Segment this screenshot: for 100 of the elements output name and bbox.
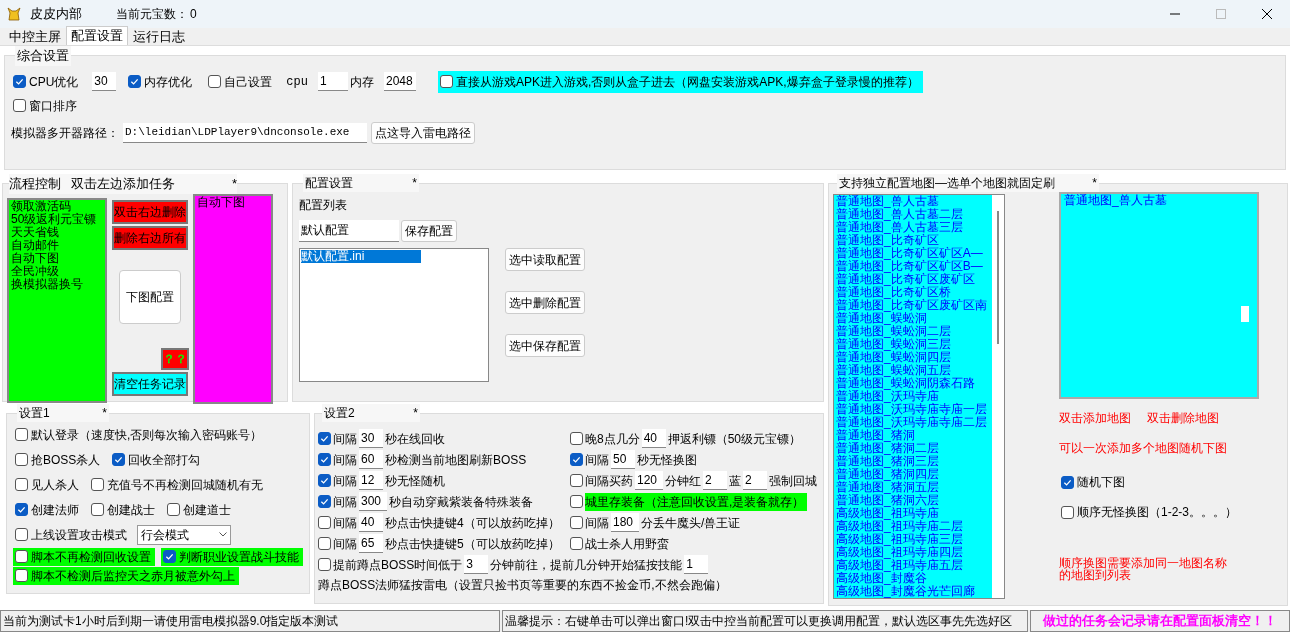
- list-item[interactable]: 普通地图_兽人古墓三层: [836, 221, 990, 234]
- list-item[interactable]: 普通地图_沃玛寺庙寺庙一层: [836, 403, 990, 416]
- checkbox[interactable]: [570, 537, 583, 550]
- checkbox[interactable]: [318, 558, 331, 571]
- save-config-button[interactable]: 保存配置: [401, 220, 457, 242]
- number-field[interactable]: 1: [317, 72, 348, 91]
- list-item[interactable]: 普通地图_猪洞五层: [836, 481, 990, 494]
- list-item[interactable]: 默认配置.ini: [301, 250, 421, 263]
- list-item[interactable]: 领取激活码: [11, 199, 103, 213]
- checkbox[interactable]: [318, 516, 331, 529]
- checkbox[interactable]: 判断职业设置战斗技能: [161, 547, 303, 566]
- list-item[interactable]: 50级返利元宝镖: [11, 212, 103, 226]
- list-item[interactable]: 普通地图_比奇矿区: [836, 234, 990, 247]
- delete-button[interactable]: 双击右边删除: [112, 199, 188, 224]
- checkbox[interactable]: [570, 516, 583, 529]
- tab[interactable]: 中控主屏: [4, 28, 66, 45]
- checkbox[interactable]: 创建战士: [89, 500, 159, 519]
- list-item[interactable]: 普通地图_沃玛寺庙: [836, 390, 990, 403]
- list-item[interactable]: 普通地图_兽人古墓二层: [836, 208, 990, 221]
- checkbox[interactable]: 创建道士: [165, 500, 235, 519]
- config-action-button[interactable]: 选中删除配置: [505, 291, 585, 314]
- checkbox[interactable]: [570, 432, 583, 445]
- number-field[interactable]: 12: [359, 471, 383, 490]
- number-field[interactable]: 30: [92, 72, 117, 91]
- clear-records-button[interactable]: 清空任务记录: [112, 371, 188, 396]
- number-field[interactable]: 60: [359, 450, 383, 469]
- number-field[interactable]: 50: [611, 450, 635, 469]
- list-item[interactable]: 高级地图_祖玛寺庙二层: [836, 520, 990, 533]
- checkbox[interactable]: 创建法师: [13, 500, 83, 519]
- list-item[interactable]: 全民冲级: [11, 264, 103, 278]
- checkbox[interactable]: 脚本不再检测回收设置: [13, 547, 155, 566]
- list-item[interactable]: 普通地图_比奇矿区废矿区南: [836, 299, 990, 312]
- list-item[interactable]: 普通地图_比奇矿区废矿区: [836, 273, 990, 286]
- number-field[interactable]: 65: [359, 534, 383, 553]
- checkbox[interactable]: 顺序无怪换图（1-2-3。。。）: [1059, 503, 1241, 521]
- list-item[interactable]: 自动下图: [11, 251, 103, 265]
- path-field[interactable]: D:\leidian\LDPlayer9\dnconsole.exe: [123, 122, 367, 143]
- list-item[interactable]: 高级地图_祖玛寺庙三层: [836, 533, 990, 546]
- checkbox[interactable]: [318, 432, 331, 445]
- checkbox[interactable]: [318, 495, 331, 508]
- list-item[interactable]: 普通地图_猪洞四层: [836, 468, 990, 481]
- scrollbar-thumb[interactable]: [997, 211, 999, 344]
- checkbox[interactable]: [318, 537, 331, 550]
- number-field[interactable]: 300: [359, 492, 387, 511]
- attack-mode-dropdown[interactable]: 行会模式: [137, 524, 231, 545]
- checkbox[interactable]: 抢BOSS杀人: [13, 450, 105, 469]
- number-field[interactable]: 30: [359, 429, 383, 448]
- list-item[interactable]: 普通地图_兽人古墓: [836, 195, 990, 208]
- list-item[interactable]: 普通地图_沃玛寺庙寺庙二层: [836, 416, 990, 429]
- checkbox[interactable]: [318, 474, 331, 487]
- number-field[interactable]: 2: [703, 471, 727, 490]
- number-field[interactable]: 1: [684, 555, 709, 574]
- list-item[interactable]: 高级地图_封魔谷: [836, 572, 990, 585]
- config-action-button[interactable]: 选中保存配置: [505, 334, 585, 357]
- map-config-button[interactable]: 下图配置: [119, 269, 181, 324]
- checkbox[interactable]: CPU优化: [11, 72, 83, 91]
- checkbox[interactable]: 内存优化: [126, 72, 197, 91]
- checkbox[interactable]: 默认登录（速度快,否则每次输入密码账号）: [13, 425, 267, 444]
- checkbox[interactable]: 随机下图: [1059, 473, 1129, 491]
- number-field[interactable]: 3: [464, 555, 489, 574]
- list-item[interactable]: 普通地图_蜈蚣洞: [836, 312, 990, 325]
- config-name-field[interactable]: 默认配置: [299, 220, 399, 242]
- number-field[interactable]: 40: [359, 513, 383, 532]
- list-item[interactable]: 换模拟器换号: [11, 277, 103, 291]
- list-item[interactable]: 普通地图_兽人古墓: [1064, 194, 1254, 207]
- checkbox[interactable]: 窗口排序: [11, 96, 81, 115]
- checkbox[interactable]: 直接从游戏APK进入游戏,否则从盒子进去（网盘安装游戏APK,爆弃盒子登录慢的推荐）: [437, 70, 923, 93]
- list-item[interactable]: 普通地图_蜈蚣洞四层: [836, 351, 990, 364]
- number-field[interactable]: 2048: [383, 72, 416, 91]
- list-item[interactable]: 自动邮件: [11, 238, 103, 252]
- checkbox[interactable]: 见人杀人: [13, 475, 83, 494]
- list-item[interactable]: 普通地图_猪洞六层: [836, 494, 990, 507]
- checkbox[interactable]: [570, 495, 583, 508]
- delete-all-button[interactable]: 删除右边所有: [112, 225, 188, 250]
- number-field[interactable]: 120: [635, 471, 663, 490]
- list-item[interactable]: 普通地图_蜈蚣洞三层: [836, 338, 990, 351]
- number-field[interactable]: 2: [743, 471, 767, 490]
- list-item[interactable]: 高级地图_祖玛寺庙四层: [836, 546, 990, 559]
- list-item[interactable]: 普通地图_猪洞三层: [836, 455, 990, 468]
- checkbox[interactable]: [570, 453, 583, 466]
- list-item[interactable]: 自动下图: [197, 195, 269, 209]
- tab[interactable]: 运行日志: [128, 28, 190, 45]
- list-item[interactable]: 高级地图_祖玛寺庙: [836, 507, 990, 520]
- list-item[interactable]: 普通地图_比奇矿区矿区A—: [836, 247, 990, 260]
- list-item[interactable]: 普通地图_蜈蚣洞阴森石路: [836, 377, 990, 390]
- list-item[interactable]: 普通地图_比奇矿区桥: [836, 286, 990, 299]
- checkbox[interactable]: 脚本不检测后监控天之赤月被意外勾上: [13, 566, 239, 585]
- list-item[interactable]: 天天省钱: [11, 225, 103, 239]
- checkbox[interactable]: 充值号不再检测回城随机有无: [89, 475, 267, 494]
- config-action-button[interactable]: 选中读取配置: [505, 248, 585, 271]
- import-path-button[interactable]: 点这导入雷电路径: [371, 121, 475, 144]
- list-item[interactable]: 普通地图_比奇矿区矿区B—: [836, 260, 990, 273]
- checkbox[interactable]: [318, 453, 331, 466]
- number-field[interactable]: 180: [611, 513, 639, 532]
- checkbox[interactable]: 自己设置: [206, 72, 277, 91]
- checkbox[interactable]: [570, 474, 583, 487]
- list-item[interactable]: 普通地图_猪洞二层: [836, 442, 990, 455]
- checkbox[interactable]: 回收全部打勾: [110, 450, 205, 469]
- number-field[interactable]: 40: [641, 429, 666, 448]
- list-item[interactable]: 高级地图_封魔谷光芒回廊: [836, 585, 990, 598]
